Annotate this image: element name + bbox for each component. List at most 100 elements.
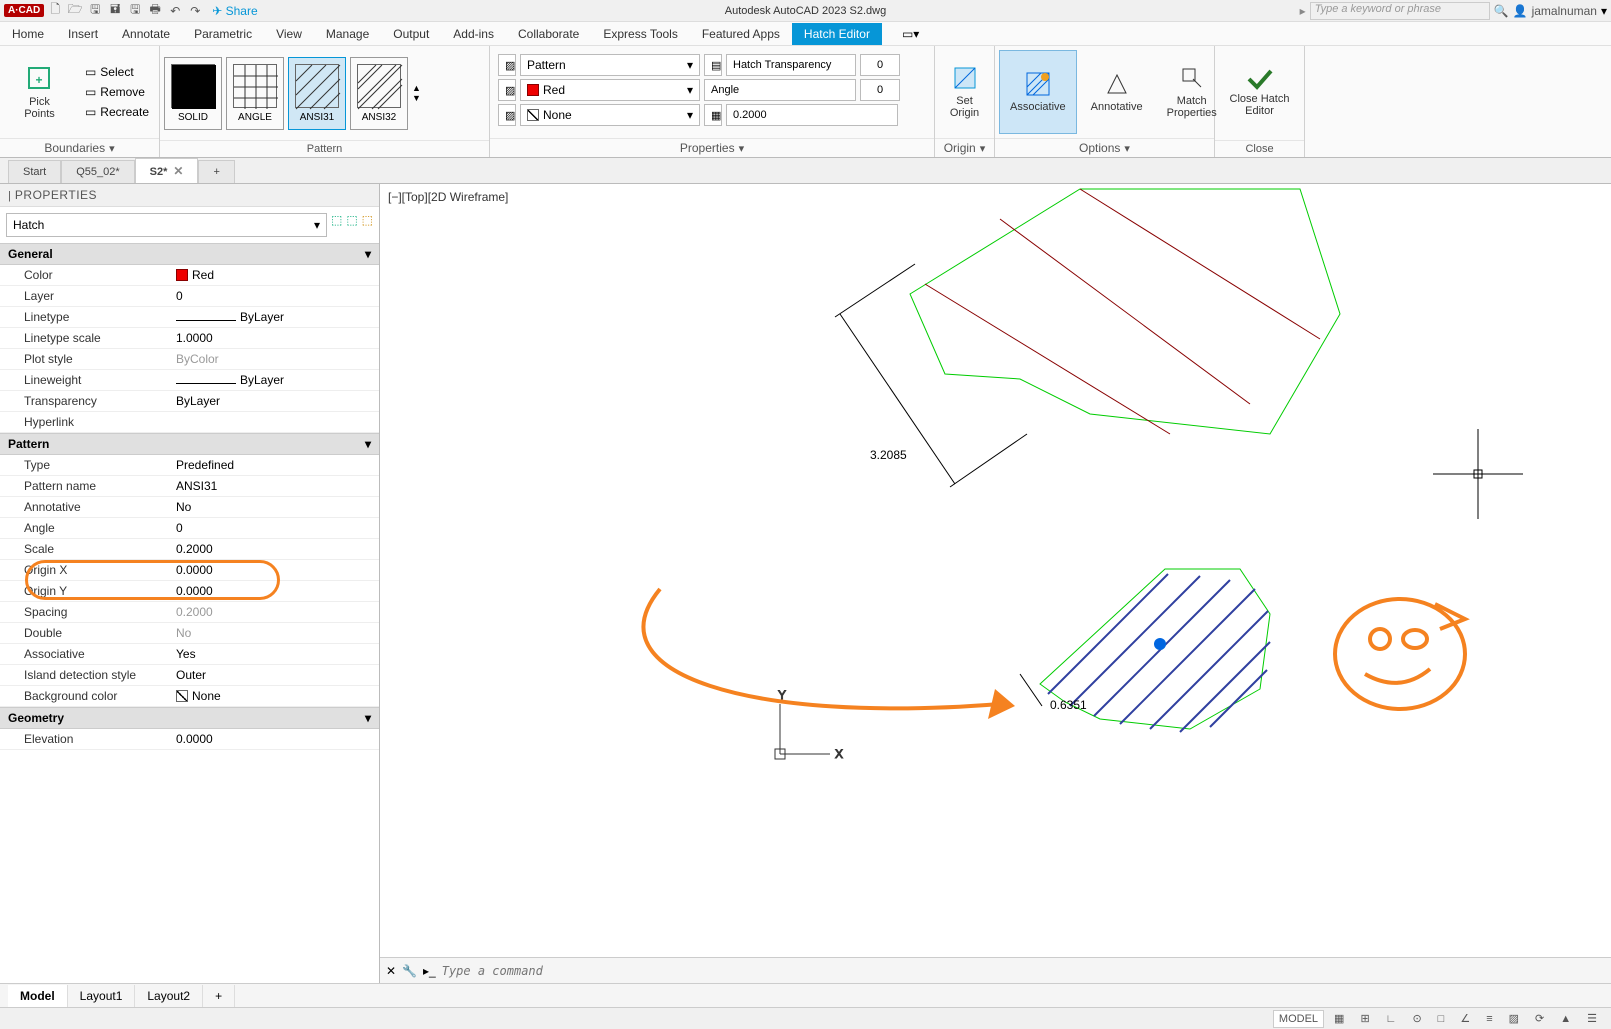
panel-title-options[interactable]: Options ▾	[995, 138, 1214, 157]
menu-tab-parametric[interactable]: Parametric	[182, 23, 264, 45]
prop-row-annotative[interactable]: AnnotativeNo	[0, 497, 379, 518]
menu-tab-home[interactable]: Home	[0, 23, 56, 45]
annotative-button[interactable]: Annotative	[1081, 50, 1153, 134]
grid-icon[interactable]: ▦	[1328, 1009, 1350, 1028]
prop-row-angle[interactable]: Angle0	[0, 518, 379, 539]
plot-icon[interactable]: 🖶	[146, 2, 164, 20]
panel-title-origin[interactable]: Origin ▾	[935, 138, 994, 157]
panel-title-properties[interactable]: Properties ▾	[490, 138, 934, 157]
prop-row-pattern-name[interactable]: Pattern nameANSI31	[0, 476, 379, 497]
close-tab-icon[interactable]: ✕	[173, 164, 183, 178]
remove-button[interactable]: ▭Remove	[79, 83, 155, 101]
prop-row-layer[interactable]: Layer0	[0, 286, 379, 307]
prop-group-geometry[interactable]: Geometry▾	[0, 707, 379, 729]
share-button[interactable]: ✈ Share	[212, 4, 257, 18]
prop-row-island-detection-style[interactable]: Island detection styleOuter	[0, 665, 379, 686]
object-type-selector[interactable]: Hatch▾	[6, 213, 327, 237]
prop-row-background-color[interactable]: Background colorNone	[0, 686, 379, 707]
user-icon[interactable]: 👤	[1513, 4, 1528, 18]
saveas-icon[interactable]: 🖬	[106, 2, 124, 20]
hatch-type-icon[interactable]: ▨	[498, 54, 516, 76]
prop-row-hyperlink[interactable]: Hyperlink	[0, 412, 379, 433]
prop-row-double[interactable]: DoubleNo	[0, 623, 379, 644]
layout-tab-model[interactable]: Model	[8, 985, 68, 1007]
search-icon[interactable]: 🔍	[1494, 4, 1509, 18]
cycling-icon[interactable]: ⟳	[1529, 1009, 1550, 1028]
saveweb-icon[interactable]: 🖫	[126, 2, 144, 20]
pattern-swatch-ansi32[interactable]: ANSI32	[350, 57, 408, 130]
open-icon[interactable]: 🗁	[66, 2, 84, 20]
transp-icon[interactable]: ▤	[704, 54, 722, 76]
angle-value[interactable]	[860, 79, 900, 101]
osnap-icon[interactable]: □	[1432, 1010, 1451, 1028]
doc-tab-q5502[interactable]: Q55_02*	[61, 160, 134, 183]
drawing-canvas[interactable]: [−][Top][2D Wireframe] 3.2085	[380, 184, 1611, 983]
panel-title-boundaries[interactable]: Boundaries ▾	[0, 138, 159, 157]
user-dropdown-icon[interactable]: ▾	[1601, 4, 1607, 18]
prop-row-associative[interactable]: AssociativeYes	[0, 644, 379, 665]
prop-row-color[interactable]: ColorRed	[0, 265, 379, 286]
hatch-color-dropdown[interactable]: Red▾	[520, 79, 700, 101]
ribbon-state-icon[interactable]: ▭▾	[902, 27, 919, 41]
customize-icon[interactable]: ☰	[1581, 1009, 1603, 1028]
new-icon[interactable]: 🗋	[46, 2, 64, 20]
prop-row-lineweight[interactable]: LineweightByLayer	[0, 370, 379, 391]
command-input[interactable]	[442, 964, 1605, 978]
menu-tab-collaborate[interactable]: Collaborate	[506, 23, 591, 45]
recreate-button[interactable]: ▭Recreate	[79, 103, 155, 121]
menu-tab-featured-apps[interactable]: Featured Apps	[690, 23, 792, 45]
prop-group-general[interactable]: General▾	[0, 243, 379, 265]
menu-tab-manage[interactable]: Manage	[314, 23, 381, 45]
menu-tab-hatch-editor[interactable]: Hatch Editor	[792, 23, 882, 45]
bgcolor-dropdown[interactable]: None▾	[520, 104, 700, 126]
grip-point[interactable]	[1154, 638, 1166, 650]
transparency-value[interactable]	[860, 54, 900, 76]
polar-icon[interactable]: ⊙	[1406, 1009, 1427, 1028]
prop-row-elevation[interactable]: Elevation0.0000	[0, 729, 379, 750]
doc-tab-start[interactable]: Start	[8, 160, 61, 183]
prop-group-pattern[interactable]: Pattern▾	[0, 433, 379, 455]
otrack-icon[interactable]: ∠	[1454, 1009, 1476, 1028]
user-name[interactable]: jamalnuman	[1532, 4, 1597, 18]
menu-tab-output[interactable]: Output	[381, 23, 441, 45]
menu-tab-express-tools[interactable]: Express Tools	[591, 23, 689, 45]
toggle-pickadd-icon[interactable]: ⬚	[331, 213, 342, 237]
layout-tab-layout1[interactable]: Layout1	[68, 985, 136, 1007]
close-cmd-icon[interactable]: ✕	[386, 964, 396, 978]
lineweight-icon[interactable]: ≡	[1480, 1010, 1498, 1028]
bgcolor-icon[interactable]: ▨	[498, 104, 516, 126]
prop-row-transparency[interactable]: TransparencyByLayer	[0, 391, 379, 412]
set-origin-button[interactable]: Set Origin	[939, 50, 990, 134]
snap-icon[interactable]: ⊞	[1354, 1009, 1375, 1028]
doc-tab-s2[interactable]: S2*✕	[135, 158, 199, 183]
associative-button[interactable]: Associative	[999, 50, 1077, 134]
prop-row-spacing[interactable]: Spacing0.2000	[0, 602, 379, 623]
prop-row-type[interactable]: TypePredefined	[0, 455, 379, 476]
scale-value[interactable]	[726, 104, 898, 126]
quick-select-icon[interactable]: ⬚	[362, 213, 373, 237]
pattern-swatch-ansi31[interactable]: ANSI31	[288, 57, 346, 130]
prop-row-plot-style[interactable]: Plot styleByColor	[0, 349, 379, 370]
prop-row-scale[interactable]: Scale0.2000	[0, 539, 379, 560]
prop-row-linetype[interactable]: LinetypeByLayer	[0, 307, 379, 328]
undo-icon[interactable]: ↶	[166, 2, 184, 20]
close-hatch-editor-button[interactable]: Close Hatch Editor	[1219, 50, 1300, 136]
command-line[interactable]: ✕ 🔧 ▸_	[380, 957, 1611, 983]
annomonitor-icon[interactable]: ▲	[1554, 1010, 1577, 1028]
scale-icon[interactable]: ▦	[704, 104, 722, 126]
pattern-type-dropdown[interactable]: Pattern▾	[520, 54, 700, 76]
menu-tab-insert[interactable]: Insert	[56, 23, 110, 45]
menu-tab-add-ins[interactable]: Add-ins	[441, 23, 506, 45]
save-icon[interactable]: 🖫	[86, 2, 104, 20]
add-layout-button[interactable]: +	[203, 985, 235, 1007]
help-search-input[interactable]: Type a keyword or phrase	[1310, 2, 1490, 20]
layout-tab-layout2[interactable]: Layout2	[135, 985, 203, 1007]
menu-tab-view[interactable]: View	[264, 23, 314, 45]
prop-row-linetype-scale[interactable]: Linetype scale1.0000	[0, 328, 379, 349]
new-tab-button[interactable]: +	[198, 160, 234, 183]
redo-icon[interactable]: ↷	[186, 2, 204, 20]
ortho-icon[interactable]: ∟	[1380, 1010, 1403, 1028]
model-space-button[interactable]: MODEL	[1273, 1010, 1324, 1028]
color-icon[interactable]: ▨	[498, 79, 516, 101]
wrench-icon[interactable]: 🔧	[402, 964, 417, 978]
